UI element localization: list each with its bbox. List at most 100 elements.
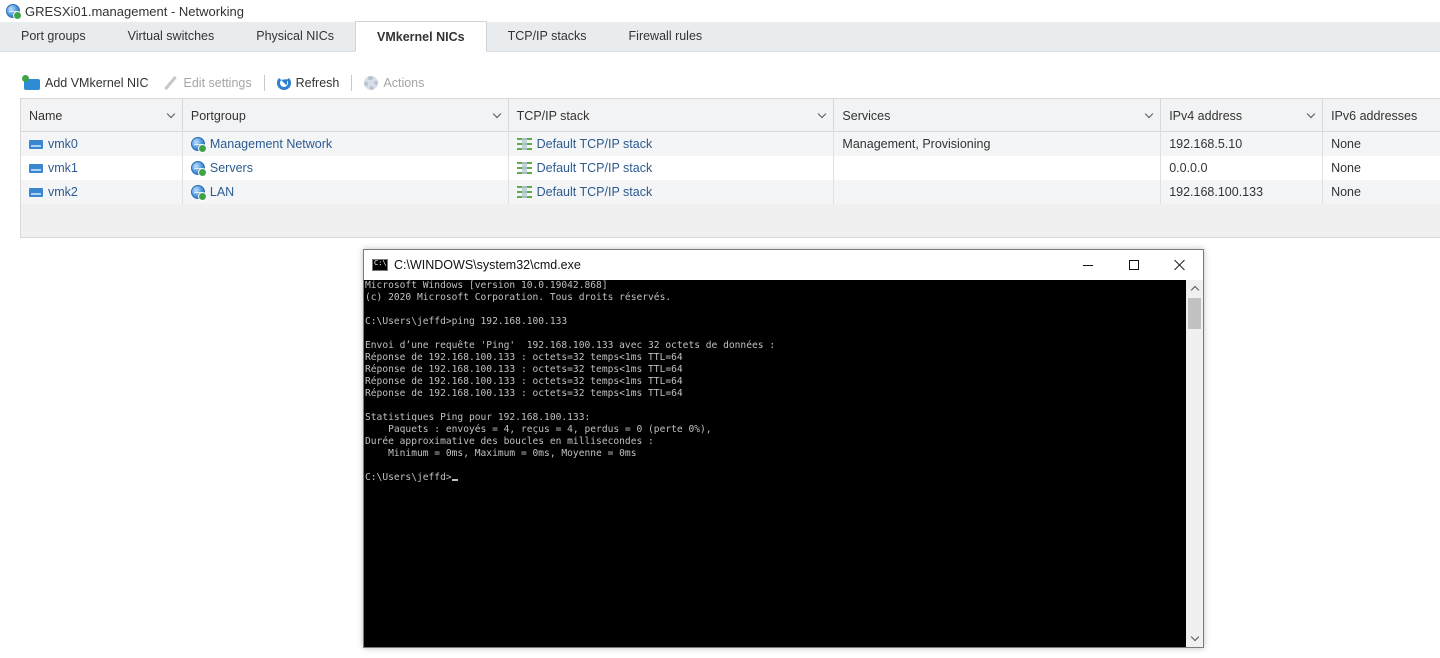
console-scrollbar[interactable] <box>1186 280 1203 647</box>
console-line: C:\Users\jeffd>ping 192.168.100.133 <box>365 316 568 327</box>
cell-tcpip-stack: Default TCP/IP stack <box>509 156 835 180</box>
toolbar-separator <box>351 75 353 91</box>
refresh-label: Refresh <box>295 76 340 90</box>
tab-port-groups[interactable]: Port groups <box>0 21 107 51</box>
scroll-up-button[interactable] <box>1186 280 1203 297</box>
cell-portgroup: Management Network <box>183 132 509 156</box>
cmd-title: C:\WINDOWS\system32\cmd.exe <box>394 258 581 272</box>
vmkernel-nic-icon <box>29 163 43 173</box>
column-header-ipv4[interactable]: IPv4 address <box>1161 99 1324 132</box>
portgroup-link[interactable]: Management Network <box>210 137 332 151</box>
tab-tcpip-stacks[interactable]: TCP/IP stacks <box>487 21 608 51</box>
tcpip-stack-link[interactable]: Default TCP/IP stack <box>537 137 653 151</box>
console-line: Réponse de 192.168.100.133 : octets=32 t… <box>365 388 683 399</box>
column-header-label: TCP/IP stack <box>516 108 590 123</box>
tcpip-stack-icon <box>516 138 532 150</box>
cmd-icon <box>372 259 388 271</box>
column-header-services[interactable]: Services <box>834 99 1162 132</box>
chevron-down-icon[interactable] <box>166 109 176 119</box>
cell-ipv4: 192.168.100.133 <box>1161 180 1324 204</box>
tcpip-stack-link[interactable]: Default TCP/IP stack <box>537 161 653 175</box>
portgroup-globe-icon <box>190 161 207 177</box>
tab-vmkernel-nics[interactable]: VMkernel NICs <box>355 21 487 52</box>
column-header-label: IPv6 addresses <box>1331 108 1418 123</box>
minimize-icon <box>1083 264 1093 266</box>
nic-name-link[interactable]: vmk0 <box>48 137 78 151</box>
console-line: Minimum = 0ms, Maximum = 0ms, Moyenne = … <box>365 448 637 459</box>
chevron-up-icon <box>1190 285 1199 295</box>
cell-ipv4: 0.0.0.0 <box>1161 156 1324 180</box>
minimize-button[interactable] <box>1065 250 1111 280</box>
close-icon <box>1174 259 1186 271</box>
actions-button[interactable]: Actions <box>360 76 428 90</box>
console-line: (c) 2020 Microsoft Corporation. Tous dro… <box>365 292 672 303</box>
cmd-title-bar[interactable]: C:\WINDOWS\system32\cmd.exe <box>364 250 1203 280</box>
cell-services <box>834 156 1162 180</box>
cell-name: vmk2 <box>21 180 183 204</box>
console-line: Durée approximative des boucles en milli… <box>365 436 654 447</box>
maximize-button[interactable] <box>1111 250 1157 280</box>
nic-name-link[interactable]: vmk1 <box>48 161 78 175</box>
console-line: Réponse de 192.168.100.133 : octets=32 t… <box>365 364 683 375</box>
cmd-window[interactable]: C:\WINDOWS\system32\cmd.exe Microsoft Wi… <box>363 249 1204 648</box>
cell-ipv6: None <box>1331 137 1361 151</box>
chevron-down-icon <box>1190 632 1199 642</box>
window-title: GRESXi01.management - Networking <box>25 3 244 19</box>
refresh-button[interactable]: Refresh <box>273 76 344 90</box>
tab-physical-nics[interactable]: Physical NICs <box>235 21 355 51</box>
column-header-label: Name <box>29 108 63 123</box>
table-row[interactable]: vmk0 Management Network Default TCP/IP s… <box>21 132 1440 156</box>
scroll-down-button[interactable] <box>1186 630 1203 647</box>
scrollbar-thumb[interactable] <box>1188 298 1201 329</box>
column-header-label: IPv4 address <box>1169 108 1243 123</box>
vmkernel-nic-icon <box>29 139 43 149</box>
portgroup-link[interactable]: LAN <box>210 185 234 199</box>
window-title-bar: GRESXi01.management - Networking <box>0 0 1440 22</box>
column-header-label: Portgroup <box>190 108 246 123</box>
console-line: Envoi d’une requête 'Ping' 192.168.100.1… <box>365 340 776 351</box>
cell-name: vmk0 <box>21 132 183 156</box>
add-vmkernel-nic-button[interactable]: Add VMkernel NIC <box>20 74 153 90</box>
cell-name: vmk1 <box>21 156 183 180</box>
vmkernel-nics-table: Name Portgroup TCP/IP stack Services IPv… <box>20 98 1440 238</box>
actions-label: Actions <box>383 76 425 90</box>
table-row[interactable]: vmk1 Servers Default TCP/IP stack 0.0.0.… <box>21 156 1440 180</box>
toolbar-separator <box>263 75 265 91</box>
console-line: Microsoft Windows [version 10.0.19042.86… <box>365 280 608 291</box>
tab-firewall-rules[interactable]: Firewall rules <box>608 21 724 51</box>
chevron-down-icon[interactable] <box>1306 109 1316 119</box>
table-header: Name Portgroup TCP/IP stack Services IPv… <box>21 99 1440 132</box>
close-button[interactable] <box>1157 250 1203 280</box>
cell-portgroup: LAN <box>183 180 509 204</box>
console-prompt: C:\Users\jeffd> <box>365 472 452 483</box>
cell-ipv6: None <box>1331 185 1361 199</box>
maximize-icon <box>1129 260 1139 270</box>
tcpip-stack-icon <box>516 162 532 174</box>
cell-services: Management, Provisioning <box>834 132 1162 156</box>
column-header-portgroup[interactable]: Portgroup <box>183 99 509 132</box>
cell-portgroup: Servers <box>183 156 509 180</box>
add-vmkernel-nic-label: Add VMkernel NIC <box>45 76 149 90</box>
pencil-icon <box>163 75 179 91</box>
nic-name-link[interactable]: vmk2 <box>48 185 78 199</box>
chevron-down-icon[interactable] <box>492 109 501 119</box>
tab-virtual-switches[interactable]: Virtual switches <box>107 21 236 51</box>
chevron-down-icon[interactable] <box>1144 109 1154 119</box>
add-nic-icon <box>22 74 40 90</box>
column-header-ipv6[interactable]: IPv6 addresses <box>1323 99 1440 132</box>
chevron-down-icon[interactable] <box>818 109 827 119</box>
cell-ipv6: None <box>1331 161 1361 175</box>
cell-ipv4: 192.168.5.10 <box>1161 132 1324 156</box>
column-header-name[interactable]: Name <box>21 99 183 132</box>
table-row[interactable]: vmk2 LAN Default TCP/IP stack 192.168.10… <box>21 180 1440 204</box>
portgroup-link[interactable]: Servers <box>210 161 253 175</box>
column-header-tcpip-stack[interactable]: TCP/IP stack <box>509 99 835 132</box>
gear-icon <box>364 76 379 90</box>
edit-settings-button[interactable]: Edit settings <box>159 75 256 91</box>
cell-tcpip-stack: Default TCP/IP stack <box>509 132 835 156</box>
tcpip-stack-link[interactable]: Default TCP/IP stack <box>537 185 653 199</box>
console-output[interactable]: Microsoft Windows [version 10.0.19042.86… <box>364 280 1187 647</box>
